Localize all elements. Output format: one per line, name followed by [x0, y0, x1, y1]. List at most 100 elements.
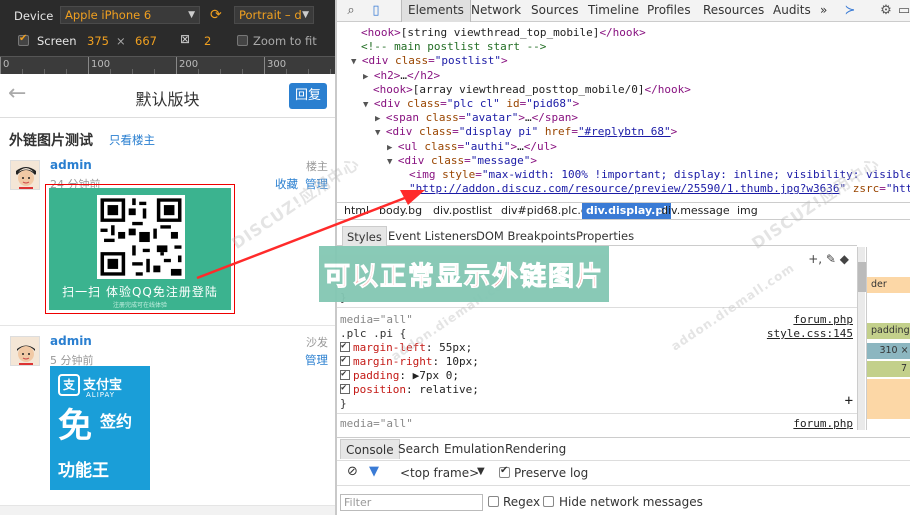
tab-network[interactable]: Network — [465, 0, 527, 22]
expand-triangle-icon[interactable]: ▼ — [375, 128, 386, 138]
tab-resources[interactable]: Resources — [697, 0, 770, 22]
device-mode-icon[interactable]: ▯ — [367, 2, 385, 19]
dom-node-line[interactable]: <hook>[array viewthread_posttop_mobile/0… — [373, 83, 691, 97]
breadcrumb-item[interactable]: div.message — [657, 203, 734, 219]
property-value[interactable]: ▶7px 0; — [413, 369, 459, 382]
add-icon[interactable]: + — [845, 394, 853, 409]
tab-emulation[interactable]: Emulation — [439, 439, 510, 459]
more-tabs-button[interactable]: » — [814, 0, 833, 22]
property-value[interactable]: 10px; — [446, 355, 479, 368]
tab-styles[interactable]: Styles — [342, 226, 387, 246]
tab-elements[interactable]: Elements — [401, 0, 471, 22]
styles-scrollbar[interactable] — [857, 247, 866, 430]
dom-node-line[interactable]: ▼ <div class="display pi" href="#replybt… — [375, 125, 677, 139]
screen-height-input[interactable]: 667 — [135, 34, 157, 48]
dpr-input[interactable]: 2 — [204, 34, 211, 48]
dom-node-line[interactable]: ▼ <div class="message"> — [387, 154, 537, 168]
tab-event-listeners[interactable]: Event Listeners — [384, 226, 481, 246]
dom-node-line[interactable]: ▼ <div class="plc cl" id="pid68"> — [363, 97, 579, 111]
regex-checkbox[interactable] — [488, 496, 499, 507]
rotate-icon[interactable]: ⟳ — [210, 7, 222, 23]
dom-node-line[interactable]: ▼ <div class="postlist"> — [351, 54, 508, 68]
hide-network-checkbox[interactable] — [543, 496, 554, 507]
device-emulation-panel: Device Apple iPhone 6 ▼ ⟳ Portrait – d ▼… — [0, 0, 335, 515]
post-author[interactable]: admin — [50, 334, 92, 348]
property-checkbox[interactable] — [340, 368, 350, 382]
property-value[interactable]: 55px; — [439, 341, 472, 354]
tab-profiles[interactable]: Profiles — [641, 0, 697, 22]
property-checkbox[interactable] — [340, 340, 350, 354]
dom-tree[interactable]: <hook>[string viewthread_top_mobile]</ho… — [337, 22, 910, 200]
source-link[interactable]: forum.php — [793, 417, 853, 430]
expand-triangle-icon[interactable]: ▼ — [363, 100, 374, 110]
favorite-link[interactable]: 收藏 — [275, 176, 298, 192]
expand-triangle-icon[interactable]: ▼ — [387, 157, 398, 167]
collapse-triangle-icon[interactable]: ▶ — [375, 114, 386, 124]
console-drawer-icon[interactable]: ≻ — [841, 2, 859, 19]
dom-token: … — [524, 111, 532, 125]
preserve-log-checkbox[interactable] — [499, 465, 510, 478]
frame-select[interactable]: <top frame> — [400, 466, 479, 480]
breadcrumb-item[interactable]: html — [340, 203, 373, 219]
tab-sources[interactable]: Sources — [525, 0, 584, 22]
style-property[interactable]: margin-right: 10px; — [340, 354, 479, 369]
only-author-link[interactable]: 只看楼主 — [109, 132, 155, 148]
breadcrumb-item[interactable]: img — [733, 203, 762, 219]
dom-node-line[interactable]: ▶ <span class="avatar">…</span> — [375, 111, 578, 125]
inspect-icon[interactable]: ⌕ — [342, 2, 360, 19]
dom-node-line[interactable]: "http://addon.discuz.com/resource/previe… — [409, 182, 910, 196]
alipay-big-text: 免 — [58, 406, 92, 446]
dom-node-line[interactable]: ▶ <h2>…</h2> — [363, 69, 440, 83]
source-link[interactable]: forum.php — [793, 313, 853, 327]
dom-node-line[interactable]: <img style="max-width: 100% !important; … — [409, 168, 910, 182]
style-property[interactable]: margin-left: 55px; — [340, 340, 472, 355]
device-select[interactable]: Apple iPhone 6 ▼ — [60, 6, 200, 24]
orientation-select[interactable]: Portrait – d ▼ — [234, 6, 314, 24]
rule-selector[interactable]: .plc .pi { — [340, 327, 406, 341]
dom-node-line[interactable]: ▶ <ul class="authi">…</ul> — [387, 140, 557, 154]
avatar[interactable] — [10, 160, 40, 190]
style-property[interactable]: padding: ▶7px 0; — [340, 368, 459, 383]
breadcrumb-item[interactable]: div.postlist — [429, 203, 496, 219]
reply-button[interactable]: 回复 — [289, 83, 327, 109]
tab-search[interactable]: Search — [393, 439, 444, 459]
tab-timeline[interactable]: Timeline — [582, 0, 645, 22]
breadcrumb-item[interactable]: div#pid68.plc.cl — [497, 203, 594, 219]
property-checkbox[interactable] — [340, 354, 350, 368]
tab-rendering[interactable]: Rendering — [500, 439, 571, 459]
zoom-to-fit-checkbox[interactable] — [237, 35, 248, 46]
filter-input[interactable]: Filter — [340, 494, 483, 511]
breadcrumb-item[interactable]: body.bg — [375, 203, 426, 219]
chevron-down-icon[interactable]: ▼ — [477, 466, 485, 477]
manage-link[interactable]: 管理 — [305, 176, 328, 192]
dom-node-line[interactable]: <!-- main postlist start --> — [361, 40, 546, 54]
expand-triangle-icon[interactable]: ▼ — [351, 57, 362, 67]
tab-audits[interactable]: Audits — [767, 0, 817, 22]
post-author[interactable]: admin — [50, 158, 92, 172]
dom-token: "authi" — [464, 139, 511, 153]
screen-width-input[interactable]: 375 — [87, 34, 109, 48]
avatar[interactable] — [10, 336, 40, 366]
source-link[interactable]: style.css:145 — [767, 327, 853, 341]
qr-image[interactable]: 扫一扫 体验QQ免注册登陆 注册完成可在线体验 — [49, 188, 231, 310]
dom-node-line[interactable]: <hook>[string viewthread_top_mobile]</ho… — [361, 26, 646, 40]
clear-console-icon[interactable]: ⊘ — [347, 464, 358, 479]
gear-icon[interactable]: ⚙ — [877, 2, 895, 19]
ruler-label: 100 — [91, 59, 111, 70]
rule-close: } — [340, 397, 347, 410]
style-property[interactable]: position: relative; — [340, 382, 479, 397]
tab-console[interactable]: Console — [340, 439, 400, 459]
property-checkbox[interactable] — [340, 382, 350, 396]
media-label: media="all" — [340, 417, 413, 430]
collapse-triangle-icon[interactable]: ▶ — [387, 143, 398, 153]
styles-toolbar-icons[interactable]: +, ✎ ◆ — [808, 252, 849, 267]
screen-checkbox[interactable] — [18, 33, 29, 46]
filter-icon[interactable]: ▼ — [369, 464, 379, 479]
tab-properties[interactable]: Properties — [572, 226, 638, 246]
dock-icon[interactable]: ▭ — [895, 2, 910, 19]
manage-link[interactable]: 管理 — [305, 352, 328, 368]
property-value[interactable]: relative; — [419, 383, 479, 396]
collapse-triangle-icon[interactable]: ▶ — [363, 72, 374, 82]
alipay-image[interactable]: 支 支付宝 ALIPAY 免 签约 功能王 — [50, 366, 150, 490]
tab-dom-breakpoints[interactable]: DOM Breakpoints — [472, 226, 580, 246]
